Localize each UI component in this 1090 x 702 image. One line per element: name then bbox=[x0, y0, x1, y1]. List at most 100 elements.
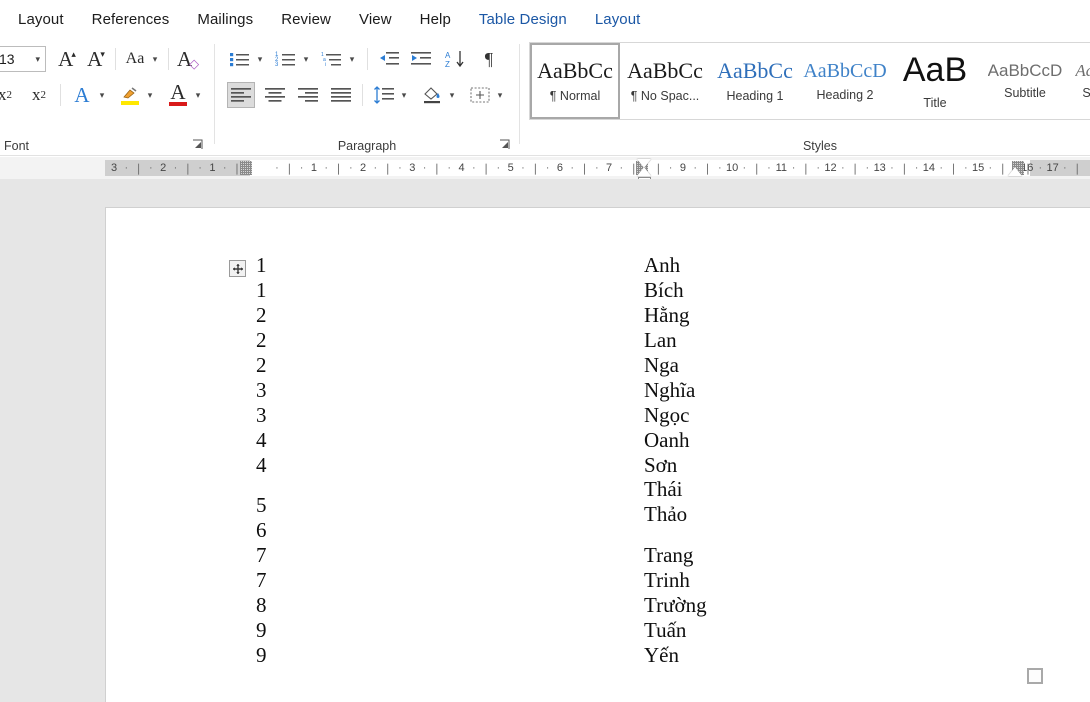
text-highlight-color-button[interactable] bbox=[117, 82, 143, 108]
table-move-handle[interactable] bbox=[229, 260, 246, 277]
right-indent-marker[interactable] bbox=[1008, 167, 1022, 176]
change-case-label: Aa bbox=[126, 50, 145, 68]
subscript-index: 2 bbox=[7, 89, 13, 101]
chevron-down-icon[interactable]: ▾ bbox=[95, 82, 109, 108]
chevron-down-icon[interactable]: ▾ bbox=[345, 46, 359, 72]
subscript-button[interactable]: x2 bbox=[0, 82, 18, 108]
style-item-subtle-emphasis[interactable]: AaB Su bbox=[1070, 43, 1090, 119]
table-cell-number[interactable]: 3 bbox=[256, 380, 267, 401]
sort-button[interactable]: A Z bbox=[442, 46, 468, 72]
table-cell-name[interactable]: Nghĩa bbox=[644, 380, 695, 401]
style-item-subtitle[interactable]: AaBbCcD Subtitle bbox=[980, 43, 1070, 119]
grow-font-button[interactable]: A ▴ bbox=[54, 46, 80, 72]
table-cell-number[interactable]: 2 bbox=[256, 305, 267, 326]
ribbon-tab-references[interactable]: References bbox=[80, 7, 182, 32]
tab-stop-marker-left[interactable] bbox=[240, 161, 252, 175]
font-color-button[interactable]: A bbox=[165, 82, 191, 108]
chevron-down-icon[interactable]: ▾ bbox=[299, 46, 313, 72]
borders-button[interactable] bbox=[467, 82, 493, 108]
document-page[interactable]: 1 Anh 1 Bích 2 Hằng 2 Lan 2 Nga 3 Nghĩa 3 Ngọc 4 Oanh 4 S… bbox=[105, 207, 1090, 702]
font-dialog-launcher[interactable] bbox=[191, 138, 204, 151]
text-effects-button[interactable]: A bbox=[69, 82, 95, 108]
ribbon-tab-review[interactable]: Review bbox=[269, 7, 343, 32]
table-cell-name[interactable]: Tuấn bbox=[644, 620, 686, 641]
table-cell-number[interactable]: 7 bbox=[256, 570, 267, 591]
table-cell-number[interactable]: 4 bbox=[256, 455, 267, 476]
shrink-font-button[interactable]: A ▾ bbox=[83, 46, 109, 72]
chevron-down-icon[interactable]: ▾ bbox=[148, 46, 162, 72]
align-right-button[interactable] bbox=[295, 82, 321, 108]
table-cell-name[interactable]: Lan bbox=[644, 330, 677, 351]
table-cell-name[interactable]: Hằng bbox=[644, 305, 690, 326]
table-cell-number[interactable]: 7 bbox=[256, 545, 267, 566]
chevron-down-icon[interactable]: ▾ bbox=[397, 82, 411, 108]
table-cell-name[interactable]: Trang bbox=[644, 545, 693, 566]
decrease-indent-button[interactable] bbox=[376, 46, 402, 72]
shading-button[interactable] bbox=[419, 82, 445, 108]
table-cell-name[interactable]: Thảo bbox=[644, 504, 687, 525]
justify-button[interactable] bbox=[328, 82, 354, 108]
superscript-button[interactable]: x2 bbox=[26, 82, 52, 108]
table-cell-number[interactable]: 9 bbox=[256, 645, 267, 666]
table-cell-name[interactable]: Trường bbox=[644, 595, 707, 616]
ribbon-tab-table-layout[interactable]: Layout bbox=[583, 7, 653, 32]
table-cell-name[interactable]: Yến bbox=[644, 645, 679, 666]
style-preview: AaB bbox=[903, 52, 967, 89]
table-cell-name[interactable]: Nga bbox=[644, 355, 679, 376]
clear-formatting-button[interactable]: A ◇ bbox=[175, 46, 201, 72]
font-color-label: A bbox=[170, 84, 185, 102]
chevron-down-icon[interactable]: ▾ bbox=[191, 82, 205, 108]
table-resize-handle[interactable] bbox=[1027, 668, 1043, 684]
change-case-button[interactable]: Aa bbox=[122, 46, 148, 72]
table-cell-name[interactable]: Thái bbox=[644, 479, 682, 500]
align-left-button[interactable] bbox=[227, 82, 255, 108]
style-item-no-spacing[interactable]: AaBbCc ¶ No Spac... bbox=[620, 43, 710, 119]
table-cell-name[interactable]: Trinh bbox=[644, 570, 690, 591]
table-cell-number[interactable]: 1 bbox=[256, 280, 267, 301]
line-spacing-button[interactable] bbox=[371, 82, 397, 108]
superscript-index: 2 bbox=[41, 89, 47, 101]
style-item-title[interactable]: AaB Title bbox=[890, 43, 980, 119]
table-cell-number[interactable]: 2 bbox=[256, 355, 267, 376]
table-cell-number[interactable]: 1 bbox=[256, 255, 267, 276]
ribbon-tab-layout[interactable]: Layout bbox=[6, 7, 76, 32]
table-cell-number[interactable]: 2 bbox=[256, 330, 267, 351]
table-cell-number[interactable]: 9 bbox=[256, 620, 267, 641]
table-cell-name[interactable]: Ngọc bbox=[644, 405, 690, 426]
ribbon-tab-table-design[interactable]: Table Design bbox=[467, 7, 579, 32]
style-item-heading-2[interactable]: AaBbCcD Heading 2 bbox=[800, 43, 890, 119]
style-item-heading-1[interactable]: AaBbCc Heading 1 bbox=[710, 43, 800, 119]
chevron-down-icon[interactable]: ▾ bbox=[35, 54, 40, 65]
table-cell-number[interactable]: 5 bbox=[256, 495, 267, 516]
horizontal-ruler[interactable]: 3·❘·2·❘·1·❘·❘·1·❘·2·❘·3·❘·4·❘·5·❘·6·❘·7·… bbox=[0, 157, 1090, 179]
table-cell-number[interactable]: 4 bbox=[256, 430, 267, 451]
numbering-button[interactable]: 1 2 3 bbox=[273, 46, 299, 72]
table-cell-name[interactable]: Sơn bbox=[644, 455, 677, 476]
increase-indent-button[interactable] bbox=[408, 46, 434, 72]
table-cell-name[interactable]: Oanh bbox=[644, 430, 690, 451]
paragraph-dialog-launcher[interactable] bbox=[498, 138, 511, 151]
ribbon-tab-mailings[interactable]: Mailings bbox=[185, 7, 265, 32]
align-center-button[interactable] bbox=[262, 82, 288, 108]
table-cell-number[interactable]: 8 bbox=[256, 595, 267, 616]
chevron-down-icon[interactable]: ▾ bbox=[493, 82, 507, 108]
show-formatting-marks-button[interactable]: ¶ bbox=[476, 46, 502, 72]
multilevel-list-button[interactable]: 1 a i bbox=[319, 46, 345, 72]
chevron-down-icon[interactable]: ▾ bbox=[143, 82, 157, 108]
table-cell-name[interactable]: Anh bbox=[644, 255, 680, 276]
document-canvas: 1 Anh 1 Bích 2 Hằng 2 Lan 2 Nga 3 Nghĩa 3 Ngọc 4 Oanh 4 S… bbox=[0, 179, 1090, 702]
table-cell-number[interactable]: 3 bbox=[256, 405, 267, 426]
styles-gallery[interactable]: AaBbCc ¶ Normal AaBbCc ¶ No Spac... AaBb… bbox=[529, 42, 1090, 120]
ribbon-tab-help[interactable]: Help bbox=[408, 7, 463, 32]
style-preview: AaBbCc bbox=[717, 59, 793, 83]
chevron-down-icon[interactable]: ▾ bbox=[253, 46, 267, 72]
table-cell-number[interactable]: 6 bbox=[256, 520, 267, 541]
bullets-button[interactable] bbox=[227, 46, 253, 72]
style-item-normal[interactable]: AaBbCc ¶ Normal bbox=[530, 43, 620, 119]
caret-down-icon: ▾ bbox=[100, 49, 105, 60]
font-size-input[interactable]: 13 ▾ bbox=[0, 46, 46, 72]
hanging-indent-marker[interactable] bbox=[637, 167, 651, 176]
table-cell-name[interactable]: Bích bbox=[644, 280, 684, 301]
chevron-down-icon[interactable]: ▾ bbox=[445, 82, 459, 108]
ribbon-tab-view[interactable]: View bbox=[347, 7, 404, 32]
